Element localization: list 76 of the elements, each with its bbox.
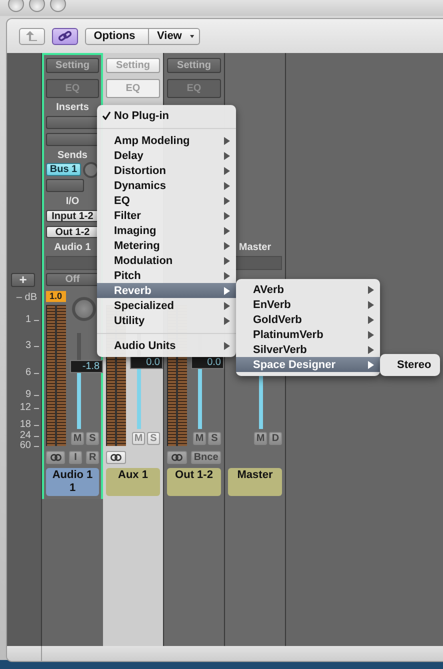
menu-item[interactable]: Imaging: [97, 223, 236, 238]
channel-button[interactable]: D: [269, 432, 282, 445]
channel-button[interactable]: S: [86, 432, 99, 445]
pan-knob[interactable]: [72, 297, 96, 321]
fader-value: -1.8: [70, 360, 103, 374]
menu-item[interactable]: AVerb: [236, 282, 380, 297]
menu-item[interactable]: Audio Units: [97, 338, 236, 353]
fader-value: 0.0: [191, 356, 224, 370]
back-button[interactable]: [19, 28, 45, 44]
scale-label: 1: [25, 314, 31, 325]
output-button[interactable]: Out 1-2: [46, 226, 99, 238]
window-button[interactable]: [8, 0, 24, 12]
menu-item[interactable]: Utility: [97, 313, 236, 328]
section-label: Inserts: [56, 102, 89, 112]
scale-label: 9: [25, 389, 31, 400]
channel-button[interactable]: S: [208, 432, 221, 445]
menu-item[interactable]: Distortion: [97, 163, 236, 178]
menu-item[interactable]: Reverb: [97, 283, 236, 298]
scale-label: 6: [25, 367, 31, 378]
arrow-icon: [26, 31, 38, 41]
fader-value: 0.0: [130, 356, 163, 370]
track-slot: [46, 256, 99, 270]
stereo-link-button[interactable]: [106, 451, 126, 464]
stereo-link-button[interactable]: [46, 451, 65, 464]
section-label: I/O: [66, 196, 80, 206]
menu-item[interactable]: Amp Modeling: [97, 133, 236, 148]
rings-icon: [170, 454, 183, 461]
menu-item[interactable]: Pitch: [97, 268, 236, 283]
track-name-plate[interactable]: Out 1-2: [167, 468, 221, 496]
scale-label: 60: [20, 440, 31, 451]
rings-icon: [50, 454, 62, 461]
menu-item[interactable]: GoldVerb: [236, 312, 380, 327]
menu-item[interactable]: Dynamics: [97, 178, 236, 193]
window-button[interactable]: [29, 0, 45, 12]
menu-item[interactable]: PlatinumVerb: [236, 327, 380, 342]
track-name: Audio 1: [54, 242, 91, 252]
input-button[interactable]: Input 1-2: [46, 210, 99, 222]
track-name: Master: [238, 242, 272, 252]
menu-item[interactable]: EQ: [97, 193, 236, 208]
peak-display: 1.0: [46, 291, 66, 302]
link-button[interactable]: [52, 28, 78, 44]
channel-button[interactable]: R: [86, 451, 99, 464]
track-name-plate[interactable]: Aux 1: [106, 468, 160, 496]
scale-label: 3: [25, 340, 31, 351]
channel-button[interactable]: M: [254, 432, 267, 445]
insert-slot[interactable]: [46, 116, 99, 129]
channel-button[interactable]: M: [193, 432, 206, 445]
send-button[interactable]: Bus 1: [46, 163, 81, 176]
menu-item[interactable]: Filter: [97, 208, 236, 223]
scale-label: 12: [20, 402, 31, 413]
menu-item[interactable]: No Plug-in: [97, 108, 236, 123]
track-name-plate[interactable]: Audio 1 1: [46, 468, 99, 496]
chain-icon: [58, 31, 72, 41]
add-button[interactable]: +: [11, 273, 35, 287]
menu-item[interactable]: Modulation: [97, 253, 236, 268]
scale-label: 24: [20, 430, 31, 441]
menu-item[interactable]: Specialized: [97, 298, 236, 313]
caret-icon: [190, 34, 194, 38]
menu-item[interactable]: Delay: [97, 148, 236, 163]
menu-button[interactable]: View: [149, 28, 200, 44]
scale-label: 18: [20, 419, 31, 430]
menu-item[interactable]: Metering: [97, 238, 236, 253]
track-name-plate[interactable]: Master: [228, 468, 282, 496]
menu-item[interactable]: EnVerb: [236, 297, 380, 312]
menu-button[interactable]: Options: [85, 28, 149, 44]
window-button[interactable]: [50, 0, 66, 12]
channel-button[interactable]: I: [69, 451, 82, 464]
menu-item[interactable]: SilverVerb: [236, 342, 380, 357]
menu-item[interactable]: Space Designer: [236, 357, 380, 372]
rings-icon: [110, 454, 122, 461]
stereo-link-button[interactable]: [167, 451, 187, 464]
scale-unit: – dB: [16, 292, 37, 303]
menu-item[interactable]: Stereo: [380, 357, 440, 372]
channel-button[interactable]: M: [71, 432, 84, 445]
insert-slot[interactable]: [46, 133, 99, 146]
section-label: Sends: [57, 150, 88, 160]
